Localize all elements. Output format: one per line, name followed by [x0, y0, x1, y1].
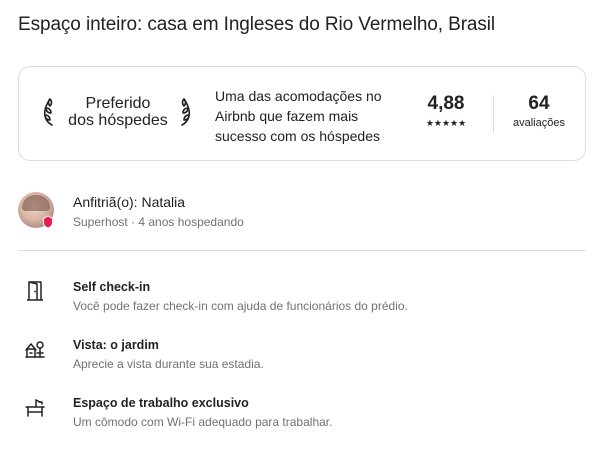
feature-title: Vista: o jardim — [73, 338, 159, 352]
superhost-badge-icon — [43, 215, 53, 229]
guest-favorite-card[interactable]: Preferido dos hóspedes Uma das acomodaçõ… — [18, 66, 586, 161]
listing-title: Espaço inteiro: casa em Ingleses do Rio … — [18, 14, 496, 35]
host-section[interactable]: Anfitriã(o): Natalia Superhost · 4 anos … — [18, 192, 586, 232]
feature-description: Um cômodo com Wi-Fi adequado para trabal… — [73, 415, 333, 429]
reviews-label: avaliações — [513, 117, 565, 129]
feature-title: Espaço de trabalho exclusivo — [73, 396, 249, 410]
feature-self-checkin: Self check-in Você pode fazer check-in c… — [18, 280, 586, 320]
rating-value: 4,88 — [427, 93, 465, 114]
host-avatar[interactable] — [18, 192, 54, 229]
host-subtitle: Superhost · 4 anos hospedando — [73, 215, 244, 229]
feature-view: Vista: o jardim Aprecie a vista durante … — [18, 338, 586, 378]
feature-title: Self check-in — [73, 280, 151, 294]
star-rating-icon: ★★★★★ — [425, 118, 467, 128]
badge-line-2: dos hóspedes — [68, 112, 168, 129]
laurel-left-icon — [43, 98, 53, 126]
guest-favorite-label: Preferido dos hóspedes — [59, 95, 177, 129]
avatar-hair — [22, 195, 50, 211]
section-divider — [18, 250, 586, 251]
feature-description: Aprecie a vista durante sua estadia. — [73, 357, 264, 371]
host-name: Anfitriã(o): Natalia — [73, 194, 186, 210]
laurel-right-icon — [181, 98, 191, 126]
rating-summary: 4,88 ★★★★★ — [417, 93, 475, 128]
reviews-summary[interactable]: 64 avaliações — [503, 93, 575, 129]
desk-icon — [25, 399, 45, 417]
feature-workspace: Espaço de trabalho exclusivo Um cômodo c… — [18, 396, 586, 436]
guest-favorite-badge: Preferido dos hóspedes — [41, 93, 191, 133]
guest-favorite-description: Uma das acomodações no Airbnb que fazem … — [215, 88, 382, 144]
rating-divider — [493, 95, 494, 133]
feature-description: Você pode fazer check-in com ajuda de fu… — [73, 299, 408, 313]
badge-line-1: Preferido — [85, 95, 151, 112]
door-icon — [27, 281, 43, 301]
view-icon — [25, 341, 45, 358]
reviews-count: 64 — [528, 93, 550, 114]
